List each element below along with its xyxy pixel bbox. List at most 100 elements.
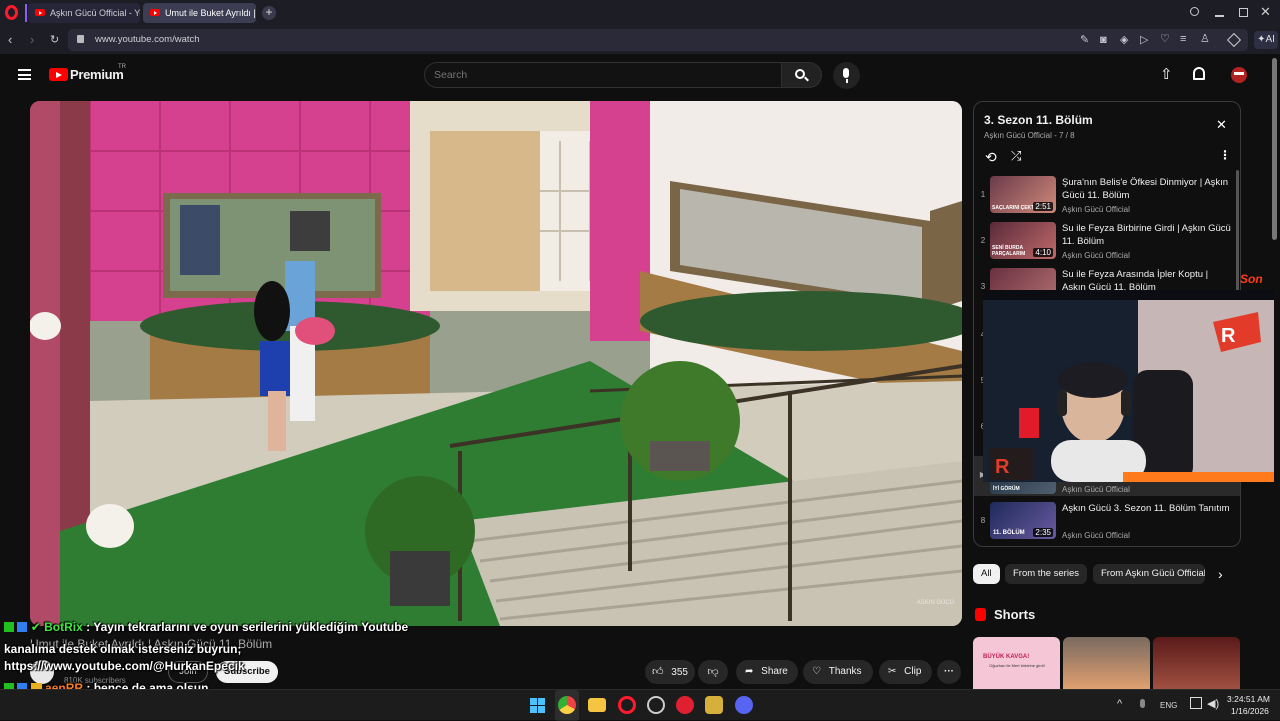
play-icon[interactable]: ▷ [1140,33,1148,47]
edit-icon[interactable]: ✎ [1080,33,1089,47]
playlist-item-thumbnail: SENİ BURDA PARÇALARIM 4:10 [990,222,1056,259]
address-bar-row: ‹ › ↻ www.youtube.com/watch ✎ ◙ ◈ ▷ ♡ ≡ … [0,26,1280,54]
close-window-icon[interactable]: ✕ [1260,4,1271,20]
heart-icon[interactable]: ♡ [1160,32,1170,46]
recorder-taskbar-icon[interactable] [676,696,694,714]
tab-label: Aşkın Gücü Official - YouTu [50,8,140,18]
short-thumbnail[interactable] [1153,637,1240,689]
tool-taskbar-icon[interactable] [705,696,723,714]
volume-icon[interactable]: ◀) [1207,697,1219,710]
microphone-tray-icon[interactable] [1140,699,1145,708]
hamburger-menu-icon[interactable] [18,69,31,80]
language-indicator[interactable]: ENG [1160,701,1177,710]
like-icon: 👍︎ [652,666,664,678]
playlist-item-channel: Aşkın Gücü Official [1062,205,1130,214]
search-button[interactable] [782,62,822,88]
playlist-item-title: Şura'nın Belis'e Öfkesi Dinmiyor | Aşkın… [1062,177,1229,201]
network-icon[interactable] [1190,697,1202,709]
playlist-more-icon[interactable]: ⋮ [1219,148,1231,162]
back-icon[interactable]: ‹ [8,33,12,47]
chip-label: From the series [1013,568,1079,579]
voice-search-button[interactable] [833,62,860,89]
clock-date[interactable]: 1/16/2026 [1231,706,1269,716]
menu-lines-icon[interactable]: ≡ [1180,32,1186,46]
bot-badge-icon: ✔ [30,620,41,634]
playlist-item-number: 1 [980,190,986,199]
logo-region: TR [118,64,126,70]
opera-taskbar-icon[interactable] [618,696,636,714]
chip-label: All [981,568,992,579]
share-button[interactable]: ➦ Share [736,660,798,684]
clip-scissors-icon: ✂ [888,666,897,677]
video-player[interactable]: ASKIN GÜCÜ [30,101,962,626]
playlist-title[interactable]: 3. Sezon 11. Bölüm [984,113,1093,127]
playlist-item-duration: 2:51 [1033,202,1053,211]
short-thumbnail[interactable] [1063,637,1150,689]
windows-start-icon[interactable] [530,698,545,713]
share-icon: ➦ [745,666,754,677]
playlist-item[interactable]: 1 SAÇLARINI ÇEKTİM 2:51 Şura'nın Belis'e… [974,172,1240,218]
chips-next-chevron-icon[interactable]: › [1218,566,1223,582]
thumbnail-caption: İYİ GÖRÜM [993,486,1020,492]
upload-icon[interactable]: ⇧ [1160,67,1173,82]
sidebar-accent [25,4,27,22]
logo-text: Premium [70,67,124,82]
chat-message-continued: kanalıma destek olmak isterseniz buyrun; [4,642,242,656]
clip-label: Clip [904,666,922,677]
playlist-item[interactable]: 2 SENİ BURDA PARÇALARIM 4:10 Su ile Feyz… [974,218,1240,264]
thumbnail-caption: SENİ BURDA PARÇALARIM [992,245,1026,257]
more-actions-button[interactable]: ··· [937,660,961,684]
tab-askin-gucu-official[interactable]: Aşkın Gücü Official - YouTu [28,3,140,23]
playlist-item-duration: 4:10 [1033,248,1053,257]
verified-badge-icon [17,622,28,632]
shuffle-icon[interactable]: ⤮ [1011,148,1021,164]
clip-button[interactable]: ✂ Clip [879,660,932,684]
playlist-item[interactable]: 8 11. BÖLÜM 2:35 Aşkın Gücü 3. Sezon 11.… [974,498,1240,544]
app-taskbar-icon[interactable] [647,696,665,714]
file-explorer-icon[interactable] [588,698,606,712]
discord-taskbar-icon[interactable] [735,696,753,714]
clock-time[interactable]: 3:24:51 AM [1227,694,1270,704]
close-playlist-icon[interactable]: ✕ [1216,117,1227,133]
camera-icon[interactable]: ◙ [1100,33,1107,47]
dislike-button[interactable]: 👎︎ [698,660,728,684]
video-frame [30,101,962,626]
notifications-bell-icon[interactable] [1193,67,1205,80]
chip-label: From Aşkın Gücü Official [1101,568,1205,579]
youtube-header: Premium TR ⇧ [0,54,1280,98]
opera-logo-icon[interactable] [5,5,18,20]
ai-button[interactable]: ✦AI [1254,31,1278,49]
url-box[interactable]: www.youtube.com/watch ✎ ◙ ◈ ▷ ♡ ≡ ♙ [68,29,1248,51]
shield-icon[interactable]: ◈ [1120,33,1128,47]
chat-username: BotRix [44,620,83,634]
youtube-favicon-icon [150,9,160,16]
forward-icon[interactable]: › [30,33,34,47]
playlist-item-title: Aşkın Gücü 3. Sezon 11. Bölüm Tanıtım [1062,503,1230,514]
ai-label: AI [1265,34,1275,45]
like-button[interactable]: 👍︎ 355 [645,660,695,684]
new-tab-button[interactable]: + [262,6,276,20]
search-input[interactable] [434,67,764,83]
maximize-icon[interactable] [1239,8,1248,17]
minimize-icon[interactable] [1215,15,1224,17]
chevron-up-icon[interactable]: ^ [1117,698,1122,710]
playlist-item-duration: 2:35 [1033,528,1053,537]
avatar[interactable] [1231,67,1247,83]
tab-umut-ile-buket[interactable]: Umut ile Buket Ayrıldı | Aşk [143,3,256,23]
chip-all[interactable]: All [973,564,1000,584]
search-tabs-icon[interactable] [1190,7,1199,16]
thanks-icon: ♡ [812,666,821,677]
loop-icon[interactable]: ⟲ [985,149,997,166]
short-thumbnail[interactable]: BÜYÜK KAVGA! Oğuzhan ile Mert birbirine … [973,637,1060,689]
playlist-item-title: Su ile Feyza Birbirine Girdi | Aşkın Güc… [1062,223,1231,247]
thanks-button[interactable]: ♡ Thanks [803,660,873,684]
chip-from-the-series[interactable]: From the series [1005,564,1087,584]
short-thumbnail-title: BÜYÜK KAVGA! [983,654,1030,660]
reload-icon[interactable]: ↻ [50,33,59,47]
profile-icon[interactable]: ♙ [1200,32,1210,46]
page-scrollbar-thumb[interactable] [1272,58,1277,240]
search-box[interactable] [424,62,782,88]
chip-from-channel[interactable]: From Aşkın Gücü Official [1093,564,1205,584]
chat-message-text: : Yayın tekrarlarını ve oyun serilerini … [86,620,409,634]
svg-text:R: R [1221,325,1236,347]
